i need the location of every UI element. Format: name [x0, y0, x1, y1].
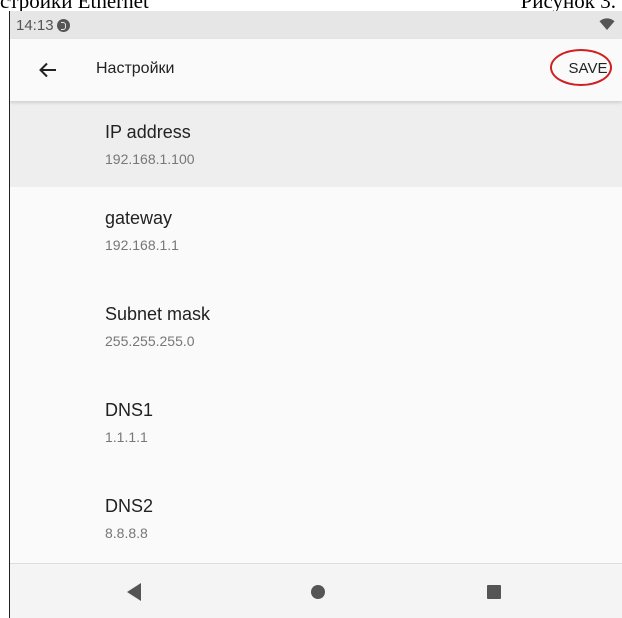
wifi-icon — [599, 18, 615, 30]
setting-title: Subnet mask — [105, 304, 211, 324]
setting-value: 192.168.1.100 — [105, 151, 195, 167]
setting-value: 255.255.255.0 — [105, 333, 195, 349]
setting-gateway[interactable]: gateway 192.168.1.1 — [10, 187, 622, 283]
page-title: Настройки — [96, 60, 175, 77]
save-button[interactable]: SAVE — [550, 49, 618, 87]
nav-back-icon[interactable] — [127, 583, 141, 601]
setting-value: 8.8.8.8 — [105, 525, 148, 541]
document-caption: стройки Ethernet Рисунок 3. — [0, 0, 622, 11]
document-caption-left: стройки Ethernet — [0, 0, 149, 11]
setting-ip-address[interactable]: IP address 192.168.1.100 — [10, 101, 622, 187]
setting-title: DNS1 — [105, 400, 154, 420]
nav-home-icon[interactable] — [311, 585, 325, 599]
document-caption-right: Рисунок 3. — [521, 0, 616, 11]
setting-dns1[interactable]: DNS1 1.1.1.1 — [10, 379, 622, 475]
app-toolbar: Настройки SAVE — [10, 39, 622, 101]
setting-dns2[interactable]: DNS2 8.8.8.8 — [10, 475, 622, 571]
setting-value: 192.168.1.1 — [105, 237, 179, 253]
app-notification-icon — [57, 19, 70, 32]
status-bar: 14:13 — [10, 11, 622, 39]
save-highlight-circle — [550, 49, 612, 86]
arrow-back-icon — [39, 62, 56, 78]
nav-recents-icon[interactable] — [487, 585, 501, 599]
setting-title: DNS2 — [105, 496, 154, 516]
phone-screen: 14:13 Настройки SAVE IP address 192.168.… — [10, 11, 622, 618]
settings-list: IP address 192.168.1.100 gateway 192.168… — [10, 101, 622, 571]
status-time: 14:13 — [16, 17, 54, 34]
navigation-bar — [10, 563, 622, 618]
setting-value: 1.1.1.1 — [105, 429, 148, 445]
setting-title: IP address — [105, 122, 191, 142]
back-button[interactable] — [32, 54, 64, 86]
setting-title: gateway — [105, 208, 173, 228]
setting-subnet-mask[interactable]: Subnet mask 255.255.255.0 — [10, 283, 622, 379]
